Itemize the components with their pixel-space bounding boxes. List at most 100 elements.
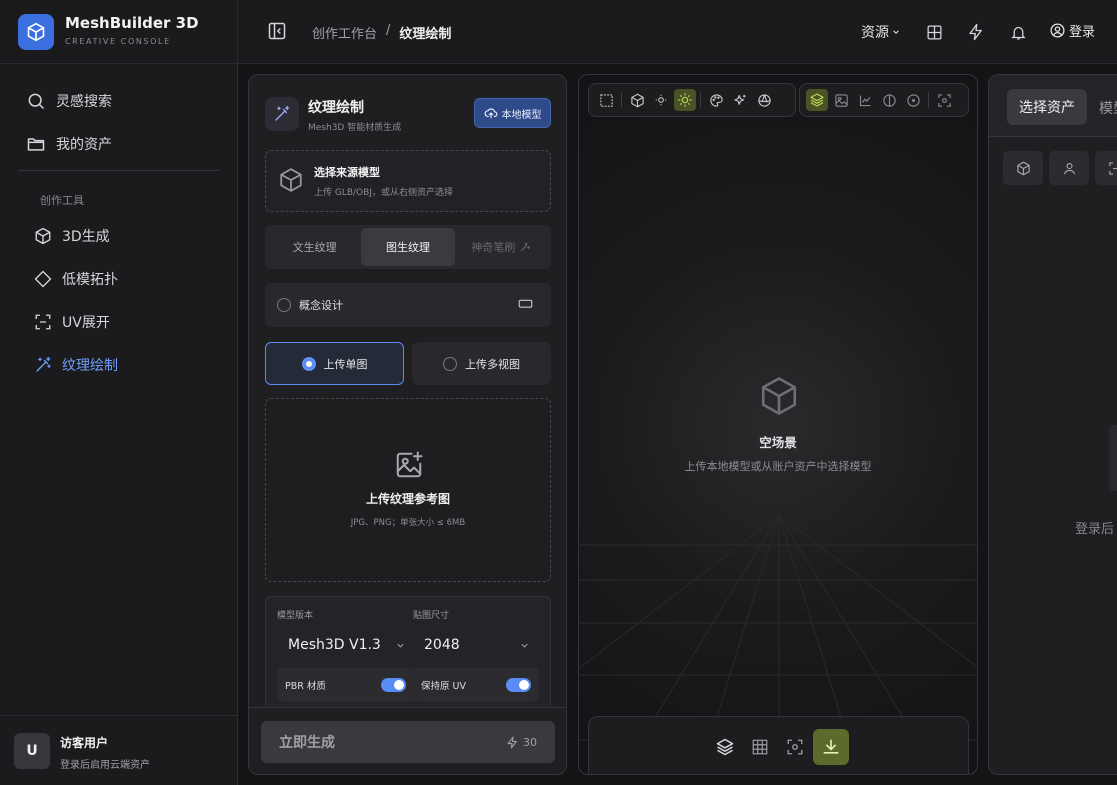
magic-wand-icon	[34, 356, 52, 374]
sidebar-item-3d-generate[interactable]: 3D生成	[18, 218, 220, 254]
asset-tabs: 选择资产 模型	[989, 75, 1117, 137]
collapse-panel-icon	[268, 22, 286, 40]
sidebar: MeshBuilder 3D CREATIVE CONSOLE 灵感搜索 我的资…	[0, 0, 238, 785]
empty-cube-icon	[758, 375, 800, 417]
sidebar-item-retopology[interactable]: 低模拓扑	[18, 261, 220, 297]
aspect-ratio-icon[interactable]	[518, 298, 533, 310]
grid-button[interactable]	[923, 21, 945, 43]
reference-upload-dropzone[interactable]: 上传纹理参考图 JPG、PNG；单张大小 ≤ 6MB	[265, 398, 551, 582]
breadcrumb-separator: /	[386, 23, 391, 38]
chevron-down-icon	[891, 27, 901, 37]
empty-scene-title: 空场景	[759, 435, 797, 450]
diamond-icon	[34, 270, 52, 288]
channel-toolbar	[799, 83, 969, 117]
sidebar-item-assets[interactable]: 我的资产	[18, 126, 220, 162]
sidebar-item-texture-paint[interactable]: 纹理绘制	[18, 347, 220, 383]
local-model-label: 本地模型	[501, 109, 542, 121]
floor-grid	[579, 514, 977, 774]
resource-menu[interactable]: 资源	[861, 22, 901, 42]
panel-title: 纹理绘制	[308, 100, 364, 116]
light-low-button[interactable]	[650, 89, 672, 111]
image-channel-button[interactable]	[830, 89, 852, 111]
lightning-icon	[507, 736, 517, 748]
sparkle-brush-icon	[519, 241, 531, 253]
keep-uv-switch[interactable]	[506, 678, 531, 692]
login-hint: 登录后	[1075, 522, 1115, 537]
image-icon	[834, 93, 848, 107]
brand-logo-cube-icon	[18, 14, 54, 50]
upload-multi-option[interactable]: 上传多视图	[412, 342, 551, 385]
user-name: 访客用户	[60, 736, 109, 750]
pbr-toggle-row: PBR 材质	[277, 668, 414, 702]
generate-button[interactable]: 立即生成 30	[261, 721, 555, 763]
breadcrumb-parent[interactable]: 创作工作台	[312, 23, 377, 42]
notifications-button[interactable]	[1007, 21, 1029, 43]
user-profile[interactable]: U 访客用户 登录后启用云端资产	[0, 715, 237, 785]
model-version-value: Mesh3D V1.3	[288, 637, 381, 653]
tab-text-to-texture[interactable]: 文生纹理	[268, 228, 361, 266]
tab-label: 图生纹理	[385, 241, 430, 254]
tab-models[interactable]: 模型	[1099, 98, 1117, 118]
model-version-label: 模型版本	[277, 611, 314, 621]
concept-radio[interactable]	[277, 298, 291, 312]
upload-desc: JPG、PNG；单张大小 ≤ 6MB	[350, 518, 466, 528]
toolbar-divider	[621, 92, 622, 108]
image-add-icon	[394, 450, 424, 480]
solid-view-button[interactable]	[626, 89, 648, 111]
box-select-button[interactable]	[595, 89, 617, 111]
credit-cost-value: 30	[523, 735, 537, 749]
sun-icon	[678, 93, 692, 107]
source-model-picker[interactable]: 选择来源模型 上传 GLB/OBJ，或从右侧资产选择	[265, 150, 551, 212]
concept-design-option[interactable]: 概念设计	[265, 283, 551, 327]
palette-icon	[709, 93, 723, 107]
login-button[interactable]: 登录	[1049, 21, 1095, 40]
lightning-icon	[969, 23, 982, 41]
layers-icon	[716, 738, 734, 756]
sidebar-item-search[interactable]: 灵感搜索	[18, 83, 220, 119]
source-title: 选择来源模型	[314, 166, 380, 179]
sidebar-collapse-button[interactable]	[267, 21, 289, 43]
single-radio[interactable]	[301, 356, 316, 371]
generate-bar: 立即生成 30	[249, 707, 566, 774]
grid-toggle-button[interactable]	[745, 732, 775, 762]
environment-button[interactable]	[753, 89, 775, 111]
generate-label: 立即生成	[279, 735, 335, 751]
viewport-bottom-bar	[588, 716, 969, 774]
texture-size-select[interactable]: 2048	[424, 633, 530, 657]
metal-channel-button[interactable]	[902, 89, 924, 111]
box-select-icon	[599, 93, 613, 107]
nav-divider	[18, 170, 220, 171]
upload-single-option[interactable]: 上传单图	[265, 342, 404, 385]
roughness-channel-button[interactable]	[878, 89, 900, 111]
focus-button[interactable]	[933, 89, 955, 111]
cube-icon	[278, 167, 304, 193]
chart-channel-button[interactable]	[854, 89, 876, 111]
filter-scan-button[interactable]	[1095, 151, 1117, 185]
download-button[interactable]	[813, 729, 849, 765]
model-version-select[interactable]: Mesh3D V1.3	[288, 633, 406, 657]
concept-label: 概念设计	[299, 299, 343, 312]
credits-button[interactable]	[965, 21, 987, 43]
asset-panel: 选择资产 模型 登录后	[988, 74, 1117, 775]
material-palette-button[interactable]	[705, 89, 727, 111]
tab-select-assets[interactable]: 选择资产	[1007, 89, 1087, 125]
empty-scene-desc: 上传本地模型或从账户资产中选择模型	[684, 460, 872, 473]
sidebar-item-uv-unwrap[interactable]: UV展开	[18, 304, 220, 340]
local-model-button[interactable]: 本地模型	[474, 98, 551, 128]
pbr-switch[interactable]	[381, 678, 406, 692]
layers-channel-button[interactable]	[806, 89, 828, 111]
topbar: 创作工作台 / 纹理绘制 资源 登录	[238, 0, 1117, 64]
filter-models-button[interactable]	[1003, 151, 1043, 185]
layers-button[interactable]	[710, 732, 740, 762]
filter-characters-button[interactable]	[1049, 151, 1089, 185]
3d-viewport[interactable]: 空场景 上传本地模型或从账户资产中选择模型	[578, 74, 978, 775]
light-high-button[interactable]	[674, 89, 696, 111]
grid-icon	[926, 24, 942, 40]
focus-frame-icon	[787, 739, 803, 755]
focus-frame-icon	[937, 93, 951, 107]
multi-radio[interactable]	[443, 356, 457, 371]
effects-button[interactable]	[729, 89, 751, 111]
tab-magic-brush[interactable]: 神奇笔刷	[455, 228, 548, 266]
screenshot-button[interactable]	[780, 732, 810, 762]
tab-image-to-texture[interactable]: 图生纹理	[361, 228, 455, 266]
